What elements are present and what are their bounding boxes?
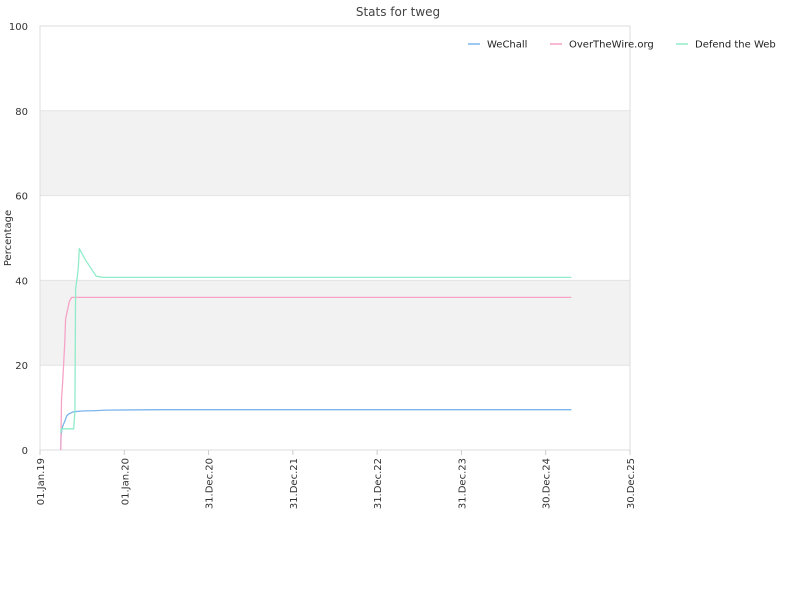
y-tick-label: 100 <box>9 22 28 33</box>
series-line-wechall <box>60 409 572 451</box>
plot-area-border <box>39 25 631 451</box>
legend[interactable]: WeChall OverTheWire.org Defend the Web <box>468 40 776 51</box>
y-tick-label: 0 <box>22 446 28 457</box>
y-tick-label: 20 <box>15 361 28 372</box>
x-tick-label: 31.Dec.20 <box>205 458 216 509</box>
y-axis-label: Percentage <box>3 210 14 266</box>
chart: Stats for tweg Percentage 0 20 40 60 80 100 0… <box>3 5 776 509</box>
x-tick-label: 30.Dec.25 <box>626 458 637 509</box>
x-tick-label: 31.Dec.22 <box>373 458 384 509</box>
x-axis-ticks: 01.Jan.19 01.Jan.20 31.Dec.20 31.Dec.21 31.D… <box>36 450 637 509</box>
legend-label: WeChall <box>487 40 527 51</box>
x-tick-label: 01.Jan.20 <box>120 458 131 505</box>
gridlines <box>40 25 630 451</box>
y-tick-label: 40 <box>15 276 28 287</box>
plot-band <box>40 110 630 196</box>
plot-band <box>40 280 630 366</box>
plot-bands <box>40 110 630 366</box>
chart-title: Stats for tweg <box>356 5 440 19</box>
x-tick-label: 30.Dec.24 <box>542 458 553 509</box>
x-tick-label: 31.Dec.23 <box>457 458 468 509</box>
x-tick-label: 01.Jan.19 <box>36 458 47 505</box>
legend-label: OverTheWire.org <box>569 40 654 51</box>
y-tick-label: 80 <box>15 107 28 118</box>
x-tick-label: 31.Dec.21 <box>289 458 300 509</box>
legend-label: Defend the Web <box>695 40 776 51</box>
y-tick-label: 60 <box>15 192 28 203</box>
